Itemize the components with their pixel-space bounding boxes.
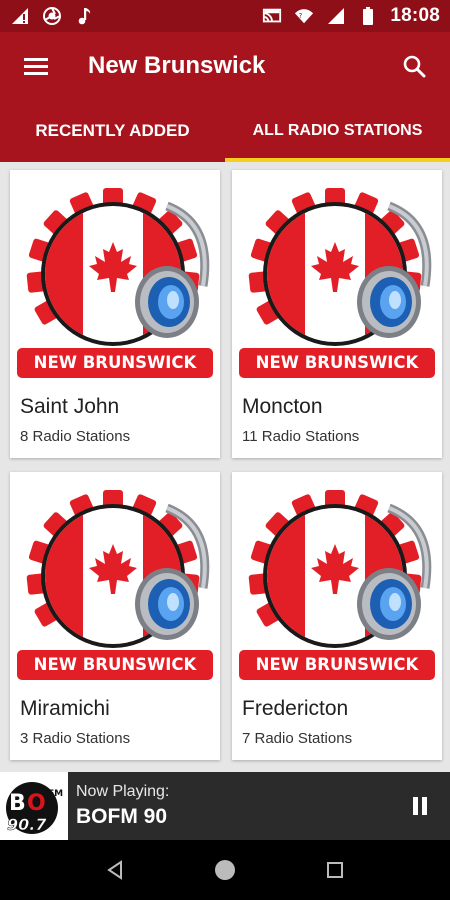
- wifi-icon: ?: [294, 6, 314, 26]
- search-button[interactable]: [396, 48, 432, 84]
- city-card-saint-john[interactable]: NEW BRUNSWICK Saint John 8 Radio Station…: [10, 170, 220, 458]
- hamburger-menu-icon: [24, 58, 48, 75]
- new-brunswick-logo-image: NEW BRUNSWICK: [232, 170, 442, 380]
- station-count: 7 Radio Stations: [242, 730, 353, 747]
- home-icon: [215, 860, 235, 880]
- pause-icon: [413, 797, 427, 815]
- svg-text:90.7: 90.7: [7, 815, 47, 834]
- city-name: Miramichi: [20, 697, 110, 720]
- toolbar: New Brunswick: [0, 32, 450, 100]
- city-grid: NEW BRUNSWICK Saint John 8 Radio Station…: [0, 162, 450, 772]
- city-card-fredericton[interactable]: NEW BRUNSWICK Fredericton 7 Radio Statio…: [232, 472, 442, 760]
- back-icon: [107, 860, 122, 880]
- system-nav-bar: [0, 840, 450, 900]
- cellular-icon: [326, 6, 346, 26]
- logo-banner-text: NEW BRUNSWICK: [256, 353, 420, 372]
- tab-recently-added[interactable]: RECENTLY ADDED: [0, 100, 225, 162]
- cast-icon: [262, 6, 282, 26]
- signal-alert-icon: [10, 6, 30, 26]
- station-count: 8 Radio Stations: [20, 428, 131, 445]
- music-note-icon: [74, 6, 94, 26]
- status-time: 18:08: [390, 5, 440, 26]
- recents-button[interactable]: [315, 850, 355, 890]
- now-playing-bar[interactable]: B O FM 90.7 Now Playing: BOFM 90: [0, 772, 450, 840]
- status-right-icons: ? 18:08: [262, 5, 440, 27]
- station-count: 3 Radio Stations: [20, 730, 131, 747]
- city-card-moncton[interactable]: NEW BRUNSWICK Moncton 11 Radio Stations: [232, 170, 442, 458]
- page-title: New Brunswick: [88, 52, 266, 79]
- station-logo: B O FM 90.7: [0, 772, 68, 840]
- city-name: Fredericton: [242, 697, 349, 720]
- home-button[interactable]: [205, 850, 245, 890]
- aperture-icon: [42, 6, 62, 26]
- tab-all-radio-stations[interactable]: ALL RADIO STATIONS: [225, 100, 450, 162]
- logo-banner-text: NEW BRUNSWICK: [256, 655, 420, 674]
- app-bar: New Brunswick RECENTLY ADDED ALL RADIO S…: [0, 32, 450, 162]
- new-brunswick-logo-image: NEW BRUNSWICK: [232, 472, 442, 682]
- svg-text:FM: FM: [48, 789, 63, 799]
- bofm-logo-image: B O FM 90.7: [6, 782, 63, 834]
- now-playing-station: BOFM 90: [76, 805, 168, 828]
- logo-banner-text: NEW BRUNSWICK: [34, 655, 198, 674]
- status-left-icons: [10, 6, 94, 26]
- pause-button[interactable]: [406, 792, 434, 820]
- logo-banner-text: NEW BRUNSWICK: [34, 353, 198, 372]
- back-button[interactable]: [95, 850, 135, 890]
- now-playing-text: Now Playing: BOFM 90: [76, 783, 169, 829]
- svg-text:O: O: [27, 791, 46, 816]
- svg-text:B: B: [9, 791, 26, 816]
- new-brunswick-logo-image: NEW BRUNSWICK: [10, 170, 220, 380]
- city-name: Moncton: [242, 395, 323, 418]
- city-card-miramichi[interactable]: NEW BRUNSWICK Miramichi 3 Radio Stations: [10, 472, 220, 760]
- menu-button[interactable]: [18, 48, 54, 84]
- status-bar: ? 18:08: [0, 0, 450, 32]
- search-icon: [403, 55, 426, 78]
- station-count: 11 Radio Stations: [242, 428, 360, 445]
- svg-text:?: ?: [299, 11, 303, 20]
- tab-bar: RECENTLY ADDED ALL RADIO STATIONS: [0, 100, 450, 162]
- recents-icon: [327, 862, 343, 878]
- battery-icon: [358, 6, 378, 26]
- new-brunswick-logo-image: NEW BRUNSWICK: [10, 472, 220, 682]
- city-name: Saint John: [20, 395, 120, 418]
- now-playing-label: Now Playing:: [76, 783, 170, 800]
